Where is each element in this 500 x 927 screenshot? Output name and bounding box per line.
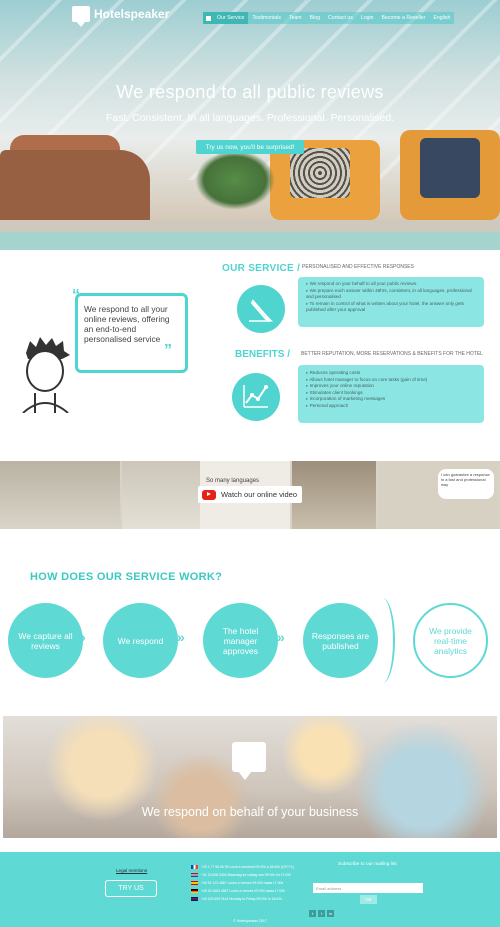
step-respond: We respond <box>103 603 178 678</box>
speech-bubble-logo-icon <box>72 6 90 27</box>
nav-contact[interactable]: Contact us <box>324 15 357 21</box>
list-item: Reduces operating costs <box>306 370 476 377</box>
nav-testimonials[interactable]: Testimonials <box>248 15 285 21</box>
hero-cta-button[interactable]: Try us now, you'll be surprised! <box>196 140 304 154</box>
list-item: We respond on your behalf to all your pu… <box>306 281 476 288</box>
list-item: Personal approach <box>306 403 476 410</box>
list-item: Allows hotel manager to focus on core ta… <box>306 377 476 384</box>
phone-list: +33 1 77 98 60 39 Lundi à vendredi 09:00… <box>191 863 294 903</box>
pencil-icon <box>237 285 285 333</box>
hero-section <box>0 0 500 250</box>
hero-overlay <box>0 0 500 250</box>
service-heading: OUR SERVICE / <box>222 263 301 274</box>
speech-text: We respond to all your online reviews, o… <box>84 304 170 344</box>
phone-row: +44 203 695 0144 Monday to Friday 09:00h… <box>191 895 294 903</box>
legal-mentions-link[interactable]: Legal mentions <box>116 868 147 873</box>
phone-row: +34 91 123 4567 Lunes a viernes 09:00h h… <box>191 879 294 887</box>
phone-row: +49 30 1663 4567 Lunes a viernes 09:00h … <box>191 887 294 895</box>
social-links: t f in <box>309 910 334 917</box>
arc-divider <box>370 598 395 683</box>
top-navigation-bar: Hotelspeaker Our Service Testimonials Te… <box>0 0 500 34</box>
speech-bubble-icon <box>232 742 266 780</box>
chevron-right-icon: » <box>78 629 86 645</box>
phone-text: +44 203 695 0144 Monday to Friday 09:00h… <box>201 897 282 901</box>
video-panel-text: So many languages <box>206 478 260 484</box>
list-item: Incorporation of marketing messages <box>306 396 476 403</box>
subscribe-ok-button[interactable]: OK <box>360 895 377 904</box>
linkedin-icon[interactable]: in <box>327 910 334 917</box>
nav-language[interactable]: English <box>429 15 454 21</box>
list-item: Improves your online reputation <box>306 383 476 390</box>
spain-flag-icon <box>191 880 198 886</box>
step-capture: We capture all reviews <box>8 603 83 678</box>
phone-text: +34 91 123 4567 Lunes a viernes 09:00h h… <box>201 881 284 885</box>
hero-subtitle: Fast. Consistent. In all languages. Prof… <box>105 112 395 124</box>
service-list: We respond on your behalf to all your pu… <box>298 277 484 327</box>
nav-login[interactable]: Login <box>357 15 378 21</box>
benefits-tagline: BETTER REPUTATION, MORE RESERVATIONS & B… <box>301 351 483 357</box>
benefits-heading: BENEFITS / <box>235 349 291 360</box>
phone-text: +49 30 1663 4567 Lunes a viernes 09:00h … <box>201 889 286 893</box>
benefits-list: Reduces operating costs Allows hotel man… <box>298 365 484 423</box>
list-item: We prepare each answer within 48hrs, con… <box>306 288 476 301</box>
video-panel <box>0 461 120 529</box>
twitter-icon[interactable]: t <box>309 910 316 917</box>
band-text: We respond on behalf of your business <box>141 805 359 819</box>
uk-flag-icon <box>191 896 198 902</box>
brand-name: Hotelspeaker <box>94 7 170 21</box>
mailing-list-label: Subscribe to our mailing list <box>338 862 397 867</box>
nav-team[interactable]: Team <box>285 15 306 21</box>
list-item: Stimulates client bookings <box>306 390 476 397</box>
cartoon-man-illustration <box>22 337 70 413</box>
france-flag-icon <box>191 864 198 870</box>
nav-our-service[interactable]: Our Service <box>213 12 249 24</box>
list-item: To remain in control of what is written … <box>306 301 476 314</box>
youtube-play-icon <box>202 489 216 500</box>
video-panel-caption: I can guarantee a response in a fast and… <box>438 469 494 499</box>
hero-title: We respond to all public reviews <box>116 82 384 102</box>
nav-reseller[interactable]: Become a Reseller <box>378 15 430 21</box>
phone-text: +33 1 77 98 60 39 Lundi à vendredi 09:00… <box>201 865 294 869</box>
chevron-right-icon: » <box>277 629 285 645</box>
how-heading: HOW DOES OUR SERVICE WORK? <box>30 571 223 583</box>
step-approve: The hotel manager approves <box>203 603 278 678</box>
video-panel: I can guarantee a response in a fast and… <box>378 461 500 529</box>
service-tagline: PERSONALISED AND EFFECTIVE RESPONSES <box>302 264 414 270</box>
netherlands-flag-icon <box>191 872 198 878</box>
email-input[interactable]: Email address <box>313 883 423 893</box>
open-quote-icon: “ <box>72 287 80 304</box>
phone-row: +33 1 77 98 60 39 Lundi à vendredi 09:00… <box>191 863 294 871</box>
watch-video-button[interactable]: Watch our online video <box>198 486 302 503</box>
growth-chart-icon <box>232 373 280 421</box>
try-us-button[interactable]: TRY US <box>105 880 157 897</box>
video-panel <box>292 461 376 529</box>
phone-row: +31 20 808 0344 Maandag tot vrijdag van … <box>191 871 294 879</box>
video-panel <box>122 461 200 529</box>
speech-bubble: We respond to all your online reviews, o… <box>75 293 188 373</box>
step-analytics: We provide real-time analytics <box>413 603 488 678</box>
brand-logo[interactable]: Hotelspeaker <box>72 6 170 27</box>
watch-video-label: Watch our online video <box>221 490 298 499</box>
copyright: © Hotelspeaker 2017 <box>233 919 267 923</box>
close-quote-icon: ” <box>164 342 172 359</box>
chevron-right-icon: » <box>177 629 185 645</box>
facebook-icon[interactable]: f <box>318 910 325 917</box>
nav-blog[interactable]: Blog <box>306 15 324 21</box>
step-publish: Responses are published <box>303 603 378 678</box>
phone-text: +31 20 808 0344 Maandag tot vrijdag van … <box>201 873 292 877</box>
main-nav: Our Service Testimonials Team Blog Conta… <box>203 12 455 24</box>
germany-flag-icon <box>191 888 198 894</box>
home-icon[interactable] <box>203 12 213 24</box>
